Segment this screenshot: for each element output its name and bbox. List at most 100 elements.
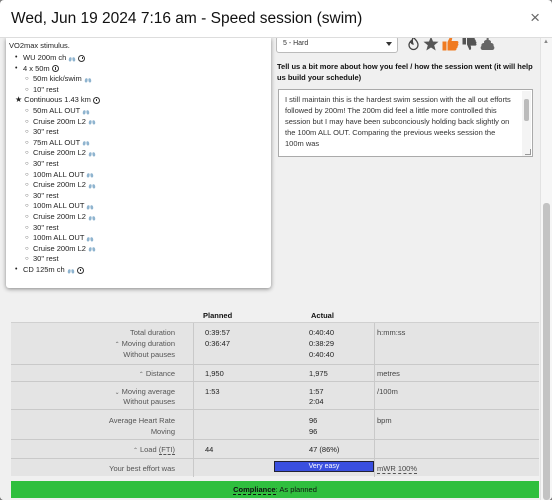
session-modal: Wed, Jun 19 2024 7:16 am - Speed session… (0, 0, 552, 500)
lungs-icon[interactable] (86, 203, 94, 210)
close-button[interactable]: × (530, 9, 540, 26)
feedback-textarea[interactable]: I still maintain this is the hardest swi… (278, 89, 533, 157)
intensity-value: 5 - Hard (283, 40, 309, 47)
workout-step-text: 50m ALL OUT (33, 106, 81, 115)
modal-body: VO2max stimulus. • WU 200m ch • 4 x 50m ○ 50m… (0, 38, 552, 500)
workout-step-text: 4 x 50m (23, 63, 50, 73)
star-icon[interactable] (423, 38, 439, 51)
workout-step: ○ 30" rest (25, 223, 59, 233)
load-actual: 47 (86%) (309, 445, 340, 454)
lungs-icon[interactable] (82, 108, 90, 115)
duration-unit: h:mm:ss (377, 328, 406, 337)
total-duration-planned: 0:39:57 (205, 328, 231, 337)
stats-table: Total duration ⌃ Moving duration Without … (11, 322, 539, 477)
moving-average-text: Moving average (121, 387, 175, 396)
workout-popup: VO2max stimulus. • WU 200m ch • 4 x 50m ○ 50m… (6, 38, 271, 288)
planned-header: Planned (203, 311, 233, 320)
actual-header: Actual (311, 311, 334, 320)
workout-step: ○ 30" rest (25, 254, 59, 264)
bullet-icon: • (15, 64, 18, 72)
textarea-scroll-thumb[interactable] (524, 99, 529, 121)
scroll-up-icon[interactable]: ▲ (543, 39, 549, 45)
moving-duration-text: Moving duration (121, 339, 175, 348)
workout-step-text: 30" rest (33, 159, 59, 168)
lungs-icon[interactable] (88, 182, 96, 189)
compliance-value: : As planned (275, 485, 317, 494)
chevron-up-icon: ⌃ (114, 342, 120, 348)
workout-step: • CD 125m ch (15, 265, 84, 275)
table-row-duration: Total duration ⌃ Moving duration Without … (11, 323, 539, 364)
table-row-distance: ⌃ Distance 1,950 1,975 metres (11, 364, 539, 381)
lungs-icon[interactable] (67, 267, 75, 274)
clock-icon[interactable] (78, 54, 86, 62)
lungs-icon[interactable] (86, 235, 94, 242)
bullet-icon: ○ (25, 129, 29, 136)
load-label-text: Load (139, 445, 157, 454)
mwr-link[interactable]: mWR 100% (377, 464, 418, 474)
table-row-load: ⌃ Load (FTI) 44 47 (86%) (11, 439, 539, 458)
lungs-icon[interactable] (86, 171, 94, 178)
workout-step-text: 10" rest (33, 84, 59, 94)
flame-icon[interactable] (407, 38, 420, 51)
bullet-icon: ○ (25, 214, 29, 220)
lungs-icon[interactable] (84, 76, 92, 83)
distance-unit: metres (377, 369, 400, 378)
pace-actual-without: 2:04 (309, 397, 324, 406)
thumbs-up-icon[interactable] (442, 38, 459, 51)
compliance-label[interactable]: Compliance (233, 485, 276, 495)
modal-title: Wed, Jun 19 2024 7:16 am - Speed session… (11, 10, 363, 27)
hr-actual-moving: 96 (309, 427, 318, 436)
workout-step-text: 30" rest (33, 190, 59, 200)
bullet-icon: • (15, 54, 18, 61)
modal-header: Wed, Jun 19 2024 7:16 am - Speed session… (0, 0, 552, 38)
workout-step: ○ 10" rest (25, 85, 59, 95)
distance-planned: 1,950 (205, 369, 224, 378)
distance-label[interactable]: ⌃ Distance (139, 368, 175, 381)
workout-step: ★ Continuous 1.43 km (15, 95, 100, 105)
bullet-icon: ○ (25, 118, 29, 125)
bullet-icon: ○ (25, 171, 29, 178)
best-effort-bar: Very easy (274, 461, 374, 472)
bullet-icon: ○ (25, 150, 29, 157)
poop-icon[interactable] (480, 38, 495, 51)
resize-handle[interactable] (525, 149, 531, 155)
total-duration-label: Total duration (129, 328, 175, 337)
lungs-icon[interactable] (88, 214, 96, 221)
load-label[interactable]: ⌃ Load (FTI) (133, 444, 175, 457)
bullet-icon: ○ (25, 224, 29, 231)
without-pauses-actual: 0:40:40 (309, 350, 335, 359)
thumbs-down-icon[interactable] (462, 38, 477, 51)
clock-icon[interactable] (76, 266, 84, 274)
workout-step-text: Cruise 200m L2 (33, 148, 86, 158)
clock-icon[interactable] (51, 65, 59, 73)
workout-step-text: Cruise 200m L2 (33, 243, 86, 253)
workout-step: ○ Cruise 200m L2 (25, 212, 96, 222)
workout-step: ○ Cruise 200m L2 (25, 148, 96, 158)
workout-step-text: Cruise 200m L2 (33, 212, 86, 221)
without-pauses-label: Without pauses (123, 350, 175, 359)
distance-label-text: Distance (145, 369, 175, 378)
workout-step: ○ 100m ALL OUT (25, 233, 94, 243)
star-icon: ★ (15, 95, 23, 105)
workout-step: ○ 100m ALL OUT (25, 170, 94, 180)
lungs-icon[interactable] (88, 245, 96, 252)
bullet-icon: ○ (25, 192, 29, 199)
intensity-select[interactable]: 5 - Hard (276, 38, 398, 53)
workout-step: ○ 75m ALL OUT (25, 138, 90, 148)
workout-step: ○ Cruise 200m L2 (25, 117, 96, 127)
lungs-icon[interactable] (82, 139, 90, 146)
bullet-icon: ○ (25, 235, 29, 242)
load-fti-link[interactable]: (FTI) (158, 445, 175, 455)
lungs-icon[interactable] (88, 118, 96, 125)
lungs-icon[interactable] (88, 150, 96, 157)
workout-step: ○ Cruise 200m L2 (25, 244, 96, 254)
modal-scroll-thumb[interactable] (543, 203, 550, 500)
hr-moving-label: Moving (150, 427, 175, 436)
textarea-scrollbar[interactable] (522, 91, 531, 156)
clock-icon[interactable] (92, 96, 100, 104)
modal-scrollbar[interactable]: ▲ (540, 38, 552, 500)
pace-unit: /100m (377, 387, 398, 396)
bullet-icon: ○ (25, 139, 29, 146)
chevron-down-icon: ⌄ (114, 390, 120, 396)
lungs-icon[interactable] (68, 55, 76, 62)
